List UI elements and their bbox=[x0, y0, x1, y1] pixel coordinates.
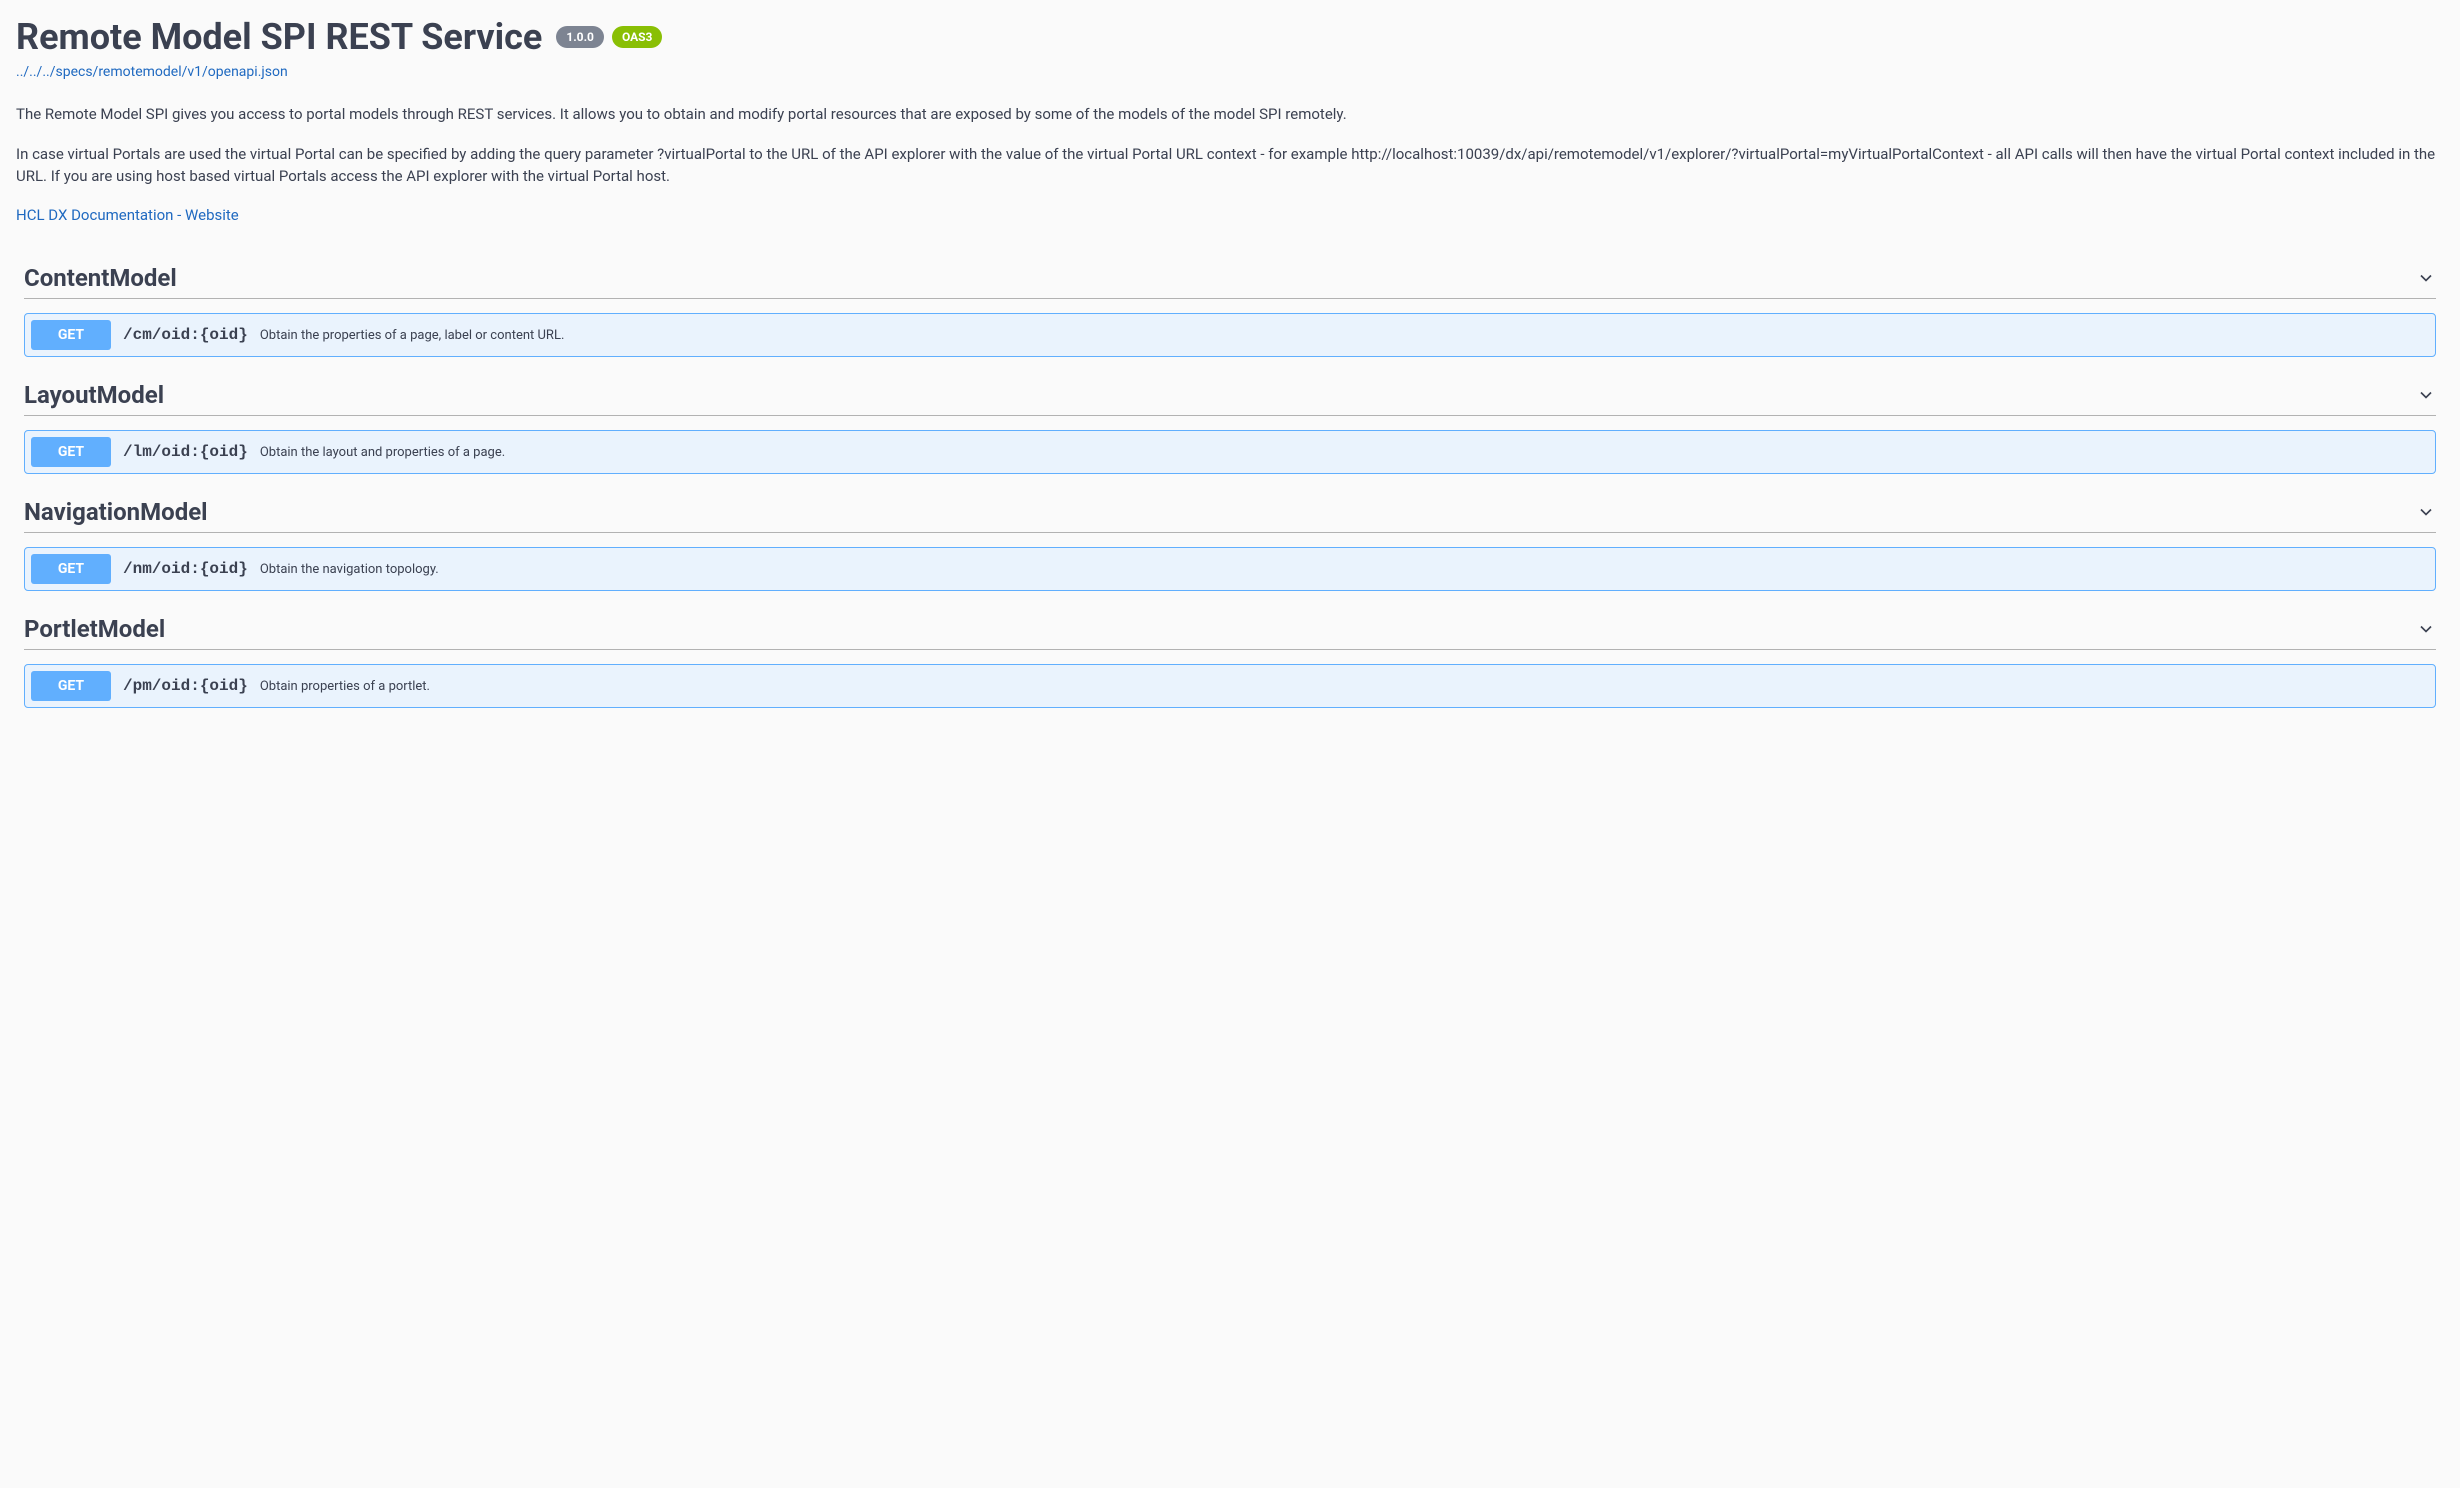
tag-name: NavigationModel bbox=[24, 498, 208, 526]
http-method-badge: GET bbox=[31, 320, 111, 350]
operation-summary: Obtain properties of a portlet. bbox=[260, 679, 430, 694]
operation-summary: Obtain the properties of a page, label o… bbox=[260, 328, 565, 343]
http-method-badge: GET bbox=[31, 554, 111, 584]
external-docs-link[interactable]: HCL DX Documentation - Website bbox=[16, 206, 239, 224]
version-badge: 1.0.0 bbox=[556, 26, 604, 48]
chevron-down-icon bbox=[2416, 385, 2436, 405]
operation-path: /lm/oid:{oid} bbox=[123, 443, 248, 461]
http-method-badge: GET bbox=[31, 437, 111, 467]
tag-section-layoutmodel: LayoutModel GET /lm/oid:{oid} Obtain the… bbox=[24, 381, 2436, 474]
operation-row[interactable]: GET /nm/oid:{oid} Obtain the navigation … bbox=[24, 547, 2436, 591]
chevron-down-icon bbox=[2416, 619, 2436, 639]
page-title: Remote Model SPI REST Service 1.0.0 OAS3 bbox=[16, 16, 662, 58]
api-title-text: Remote Model SPI REST Service bbox=[16, 16, 542, 58]
tag-section-navigationmodel: NavigationModel GET /nm/oid:{oid} Obtain… bbox=[24, 498, 2436, 591]
tag-header[interactable]: ContentModel bbox=[24, 264, 2436, 299]
tag-name: LayoutModel bbox=[24, 381, 164, 409]
tag-header[interactable]: PortletModel bbox=[24, 615, 2436, 650]
tag-section-portletmodel: PortletModel GET /pm/oid:{oid} Obtain pr… bbox=[24, 615, 2436, 708]
description-paragraph: The Remote Model SPI gives you access to… bbox=[16, 104, 2444, 126]
operation-path: /cm/oid:{oid} bbox=[123, 326, 248, 344]
tag-header[interactable]: LayoutModel bbox=[24, 381, 2436, 416]
operation-row[interactable]: GET /cm/oid:{oid} Obtain the properties … bbox=[24, 313, 2436, 357]
oas-badge: OAS3 bbox=[612, 26, 663, 48]
spec-url-link[interactable]: ../../../specs/remotemodel/v1/openapi.js… bbox=[16, 64, 2444, 80]
chevron-down-icon bbox=[2416, 268, 2436, 288]
operation-path: /nm/oid:{oid} bbox=[123, 560, 248, 578]
operation-row[interactable]: GET /lm/oid:{oid} Obtain the layout and … bbox=[24, 430, 2436, 474]
description-paragraph: In case virtual Portals are used the vir… bbox=[16, 144, 2444, 188]
tag-name: ContentModel bbox=[24, 264, 177, 292]
operation-row[interactable]: GET /pm/oid:{oid} Obtain properties of a… bbox=[24, 664, 2436, 708]
api-description: The Remote Model SPI gives you access to… bbox=[16, 104, 2444, 187]
operation-path: /pm/oid:{oid} bbox=[123, 677, 248, 695]
tag-name: PortletModel bbox=[24, 615, 165, 643]
tag-section-contentmodel: ContentModel GET /cm/oid:{oid} Obtain th… bbox=[24, 264, 2436, 357]
tag-list: ContentModel GET /cm/oid:{oid} Obtain th… bbox=[16, 264, 2444, 708]
chevron-down-icon bbox=[2416, 502, 2436, 522]
http-method-badge: GET bbox=[31, 671, 111, 701]
operation-summary: Obtain the navigation topology. bbox=[260, 562, 439, 577]
tag-header[interactable]: NavigationModel bbox=[24, 498, 2436, 533]
operation-summary: Obtain the layout and properties of a pa… bbox=[260, 445, 505, 460]
